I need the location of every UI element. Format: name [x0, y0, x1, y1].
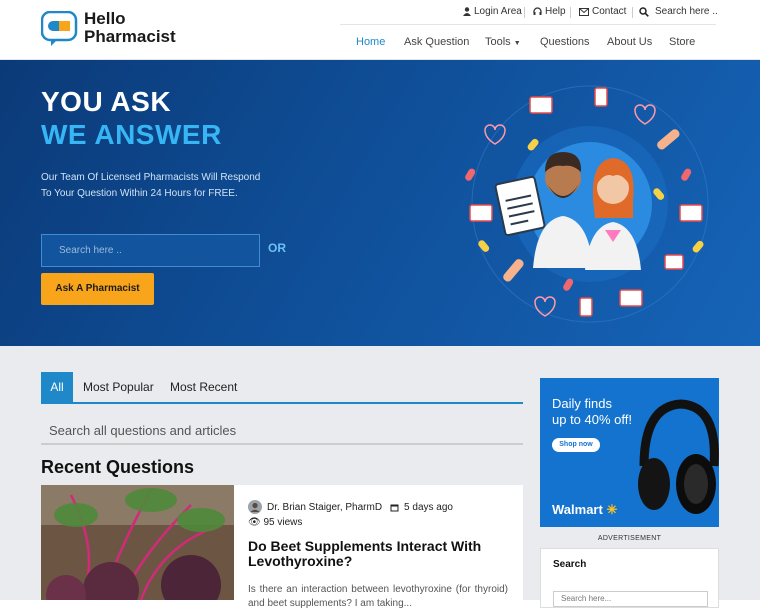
- views-count: 👁 95 views: [248, 517, 302, 528]
- nav-questions[interactable]: Questions: [540, 36, 590, 48]
- search-icon: [639, 6, 649, 17]
- ad-headline-line1: Daily finds: [552, 396, 612, 411]
- envelope-icon: [579, 7, 589, 16]
- or-label: OR: [268, 241, 286, 255]
- contact-link[interactable]: Contact: [579, 6, 626, 17]
- brand-line1: Hello: [84, 9, 126, 28]
- brand-line2: Pharmacist: [84, 27, 176, 46]
- question-title[interactable]: Do Beet Supplements Interact With Levoth…: [248, 539, 508, 569]
- author-name[interactable]: Dr. Brian Staiger, PharmD: [267, 502, 382, 513]
- header-search[interactable]: Search here ..: [639, 6, 718, 17]
- nav-store[interactable]: Store: [669, 36, 695, 48]
- hero-title-line1: YOU ASK: [41, 86, 172, 117]
- nav-ask-question[interactable]: Ask Question: [404, 36, 469, 48]
- question-excerpt: Is there an interaction between levothyr…: [248, 584, 508, 609]
- post-time: 5 days ago: [404, 501, 453, 513]
- nav-tools[interactable]: Tools ▼: [485, 36, 521, 48]
- question-meta: Dr. Brian Staiger, PharmD 5 days ago: [207, 500, 453, 514]
- contact-label: Contact: [592, 6, 627, 17]
- login-link[interactable]: Login Area: [463, 6, 522, 17]
- help-link[interactable]: Help: [533, 6, 566, 17]
- ask-pharmacist-button[interactable]: Ask A Pharmacist: [41, 273, 154, 305]
- walmart-logo: Walmart ✳: [552, 502, 617, 518]
- help-label: Help: [545, 6, 566, 17]
- recent-questions-heading: Recent Questions: [41, 457, 195, 477]
- question-tabs: All Most Popular Most Recent: [41, 372, 523, 404]
- hero-title-line2: WE ANSWER: [41, 119, 222, 150]
- search-widget-title: Search: [553, 559, 587, 570]
- header-search-placeholder: Search here ..: [655, 6, 718, 17]
- nav-home[interactable]: Home: [356, 36, 385, 48]
- calendar-icon: [390, 504, 399, 511]
- advertisement-label: ADVERTISEMENT: [597, 535, 662, 542]
- search-widget: Search Search here...: [540, 548, 719, 608]
- question-search-input[interactable]: Search all questions and articles: [41, 420, 523, 445]
- eye-icon: 👁: [248, 517, 261, 528]
- nav-divider: [340, 24, 716, 25]
- shop-now-button[interactable]: Shop now: [552, 438, 600, 452]
- hero-search-input[interactable]: Search here ..: [41, 234, 260, 267]
- headphones-image: [638, 399, 719, 514]
- advertisement-banner[interactable]: Daily finds up to 40% off! Shop now Walm…: [540, 378, 719, 527]
- ad-headline-line2: up to 40% off!: [552, 412, 632, 427]
- divider: [570, 7, 571, 18]
- nav-tools-label: Tools: [485, 36, 511, 48]
- logo-icon[interactable]: [41, 11, 79, 47]
- tab-all[interactable]: All: [41, 372, 73, 402]
- divider: [524, 7, 525, 18]
- headset-icon: [533, 7, 542, 15]
- avatar[interactable]: [248, 500, 262, 514]
- tab-most-popular[interactable]: Most Popular: [83, 372, 154, 402]
- caret-down-icon: ▼: [513, 40, 521, 47]
- brand-name[interactable]: Hello Pharmacist: [84, 10, 176, 46]
- tab-most-recent[interactable]: Most Recent: [170, 372, 237, 402]
- hero-lead: Our Team Of Licensed Pharmacists Will Re…: [41, 172, 261, 199]
- views-label: 95 views: [263, 517, 303, 528]
- beet-photo[interactable]: [41, 485, 234, 600]
- divider: [632, 7, 633, 18]
- login-label: Login Area: [474, 6, 522, 17]
- user-icon: [463, 7, 471, 16]
- sidebar-search-input[interactable]: Search here...: [553, 591, 708, 607]
- ad-headline: Daily finds up to 40% off!: [552, 396, 632, 428]
- nav-about-us[interactable]: About Us: [607, 36, 652, 48]
- pharmacists-illustration: [465, 85, 709, 323]
- walmart-label: Walmart: [552, 502, 603, 517]
- spark-icon: ✳: [606, 502, 618, 517]
